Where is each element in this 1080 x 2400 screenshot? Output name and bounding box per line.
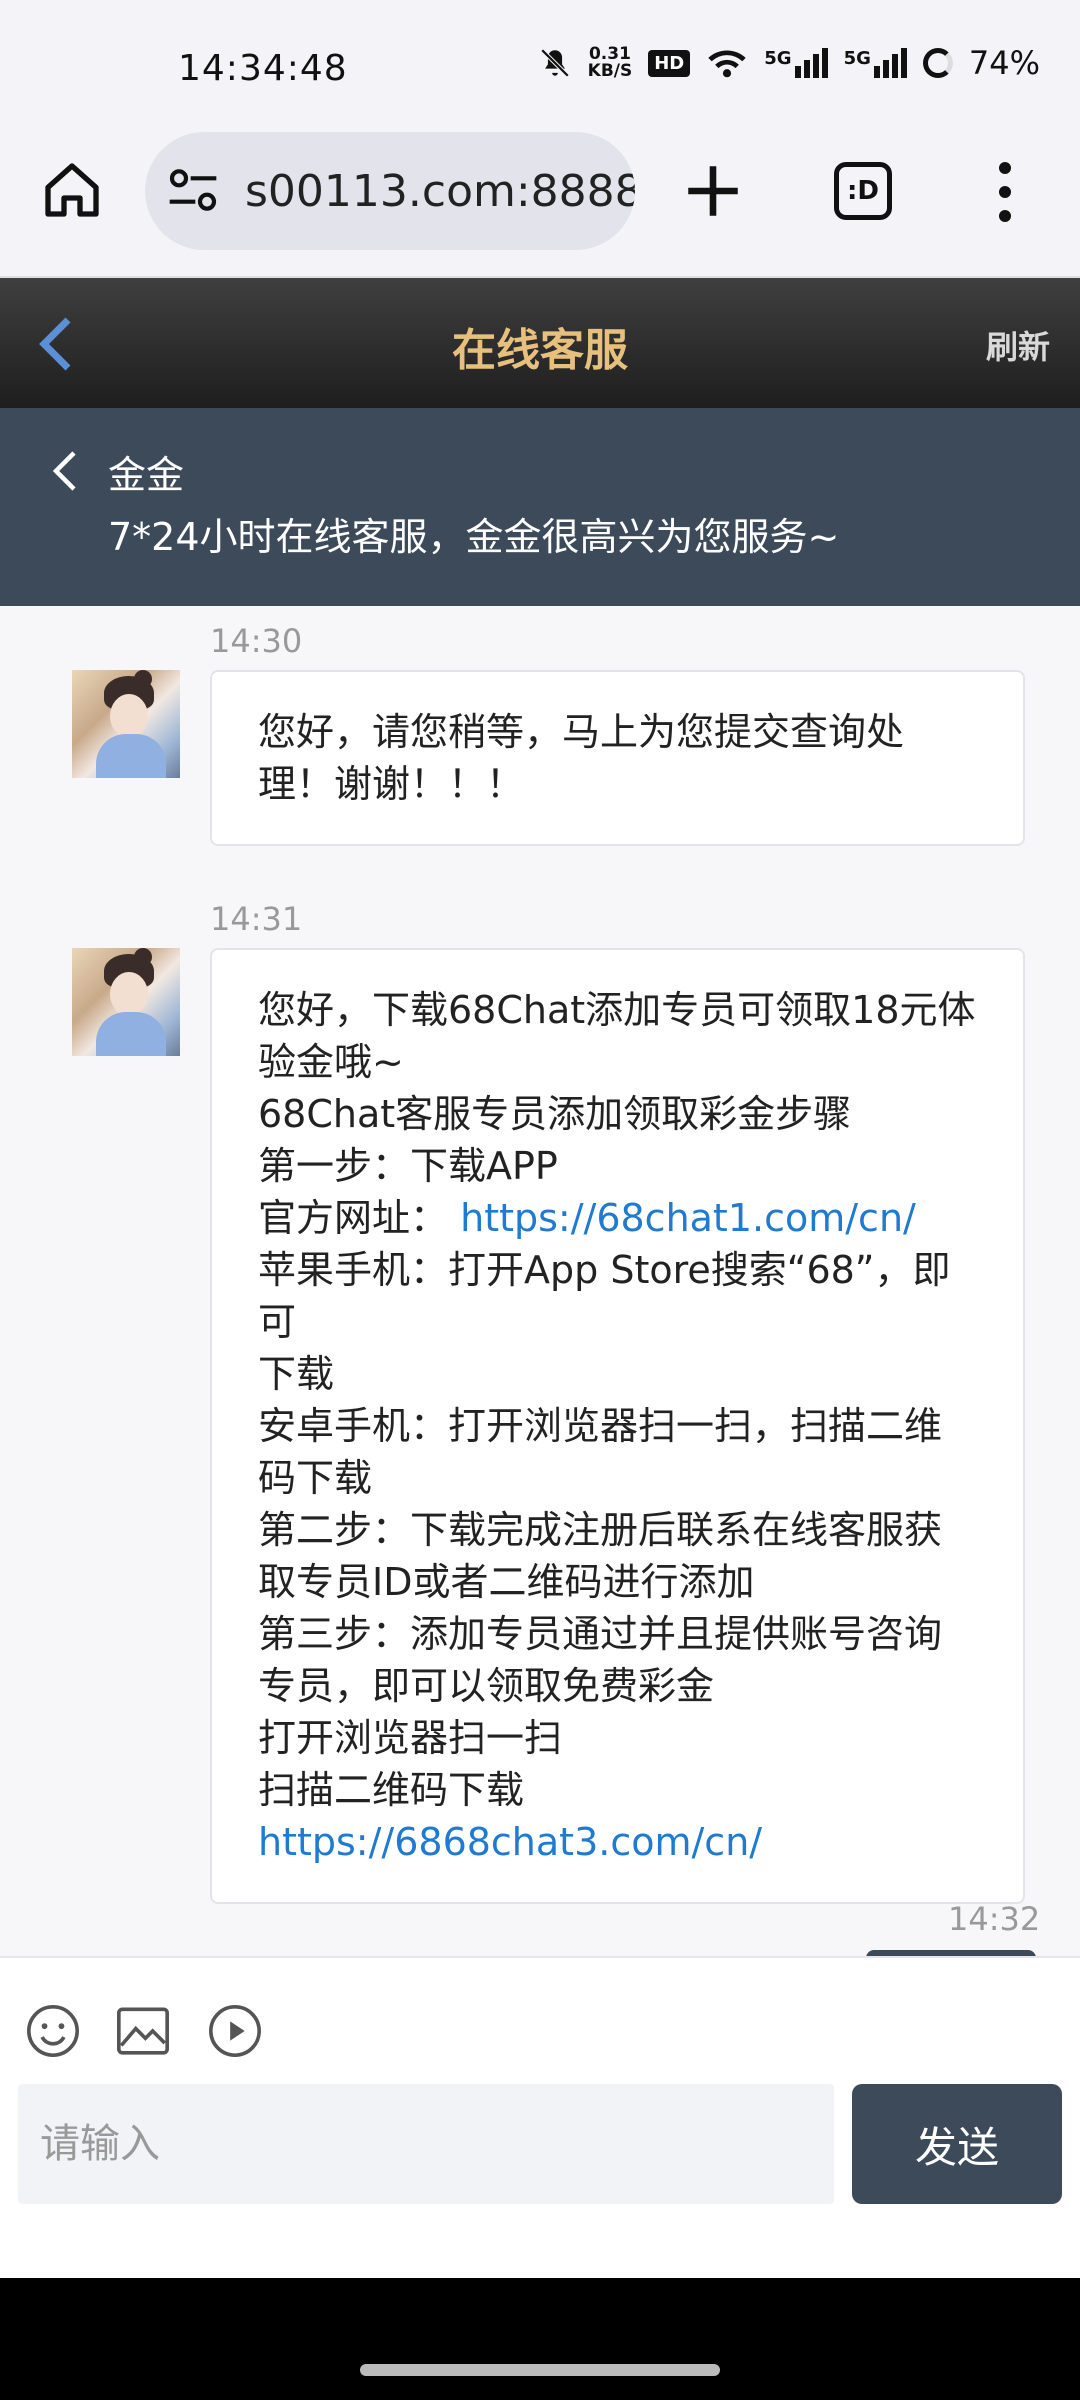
message-time: 14:30 [210,622,303,660]
message-line: 验金哦~ [258,1040,404,1084]
message-line: 理！谢谢！！！ [258,762,525,806]
message-bubble: 您好，请您稍等，马上为您提交查询处 理！谢谢！！！ [210,670,1025,846]
avatar[interactable] [72,948,180,1056]
message-time: 14:32 [948,1900,1041,1938]
official-site-link[interactable]: https://68chat1.com/cn/ [460,1196,916,1240]
message-line: 苹果手机：打开App Store搜索“68”，即可 [258,1248,951,1344]
home-gesture-handle[interactable] [360,2364,720,2376]
status-time: 14:34:48 [178,48,348,89]
browser-toolbar: s00113.com:8888 :D [0,128,1080,278]
signal-label-1: 5G [764,48,792,69]
agent-name: 金金 [108,453,185,497]
send-button[interactable]: 发送 [852,2084,1062,2204]
chevron-left-icon[interactable] [50,446,80,496]
battery-icon [922,48,953,78]
status-bar: 14:34:48 0.31 KB/S HD 5G 5G 74% [0,0,1080,128]
message-line: 码下载 [258,1456,373,1500]
image-icon[interactable] [114,2002,172,2060]
message-bubble: 您好，下载68Chat添加专员可领取18元体 验金哦~ 68Chat客服专员添加… [210,948,1025,1904]
signal-label-2: 5G [843,48,871,69]
download-link[interactable]: https://6868chat3.com/cn/ [258,1816,977,1868]
message-line: 官方网址： https://68chat1.com/cn/ [258,1192,977,1244]
battery-percent: 74% [968,44,1040,82]
app-header: 在线客服 刷新 [0,278,1080,408]
avatar[interactable] [72,670,180,778]
agent-description: 7*24小时在线客服，金金很高兴为您服务~ [108,515,840,559]
emoji-icon[interactable] [24,2002,82,2060]
message-line: 专员，即可以领取免费彩金 [258,1664,715,1708]
message-line: 第一步：下载APP [258,1144,558,1188]
message-time: 14:31 [210,900,303,938]
chat-messages[interactable]: 14:30 您好，请您稍等，马上为您提交查询处 理！谢谢！！！ 14:31 您好… [0,606,1080,1956]
message-input[interactable] [18,2084,834,2204]
tune-icon[interactable] [165,162,221,218]
site-label: 官方网址： [258,1196,449,1240]
message-line: 扫描二维码下载 [258,1768,525,1812]
system-nav-bar [0,2278,1080,2400]
message-line: 68Chat客服专员添加领取彩金步骤 [258,1092,852,1136]
message-line: 下载 [258,1352,335,1396]
agent-info-bar: 金金 7*24小时在线客服，金金很高兴为您服务~ [0,408,1080,606]
address-bar[interactable]: s00113.com:8888 [145,132,635,250]
message-line: 打开浏览器扫一扫 [258,1716,563,1760]
message-line: 您好，下载68Chat添加专员可领取18元体 [258,988,976,1032]
message-line: 取专员ID或者二维码进行添加 [258,1560,755,1604]
play-icon[interactable] [206,2002,264,2060]
page-title: 在线客服 [452,325,628,376]
status-icons: 0.31 KB/S HD 5G 5G 74% [538,44,1040,82]
home-icon[interactable] [40,158,104,222]
mute-bell-icon [540,48,569,78]
plus-icon[interactable] [680,158,746,224]
network-speed-unit: KB/S [587,61,633,81]
refresh-button[interactable]: 刷新 [986,322,1050,368]
message-line: 第二步：下载完成注册后联系在线客服获 [258,1508,943,1552]
more-vert-icon[interactable] [990,162,1020,222]
wifi-icon [708,50,746,78]
message-line: 安卓手机：打开浏览器扫一扫，扫描二维 [258,1404,943,1448]
message-line: 第三步：添加专员通过并且提供账号咨询 [258,1612,943,1656]
composer: 发送 [0,1956,1080,2278]
signal-5g-icon-1: 5G [764,48,828,78]
message-line: 您好，请您稍等，马上为您提交查询处 [258,710,905,754]
network-speed: 0.31 KB/S [588,46,633,80]
url-text[interactable]: s00113.com:8888 [245,166,635,217]
hd-voice-badge: HD [648,49,691,77]
tabs-icon[interactable]: :D [834,162,892,220]
signal-5g-icon-2: 5G [844,48,907,78]
